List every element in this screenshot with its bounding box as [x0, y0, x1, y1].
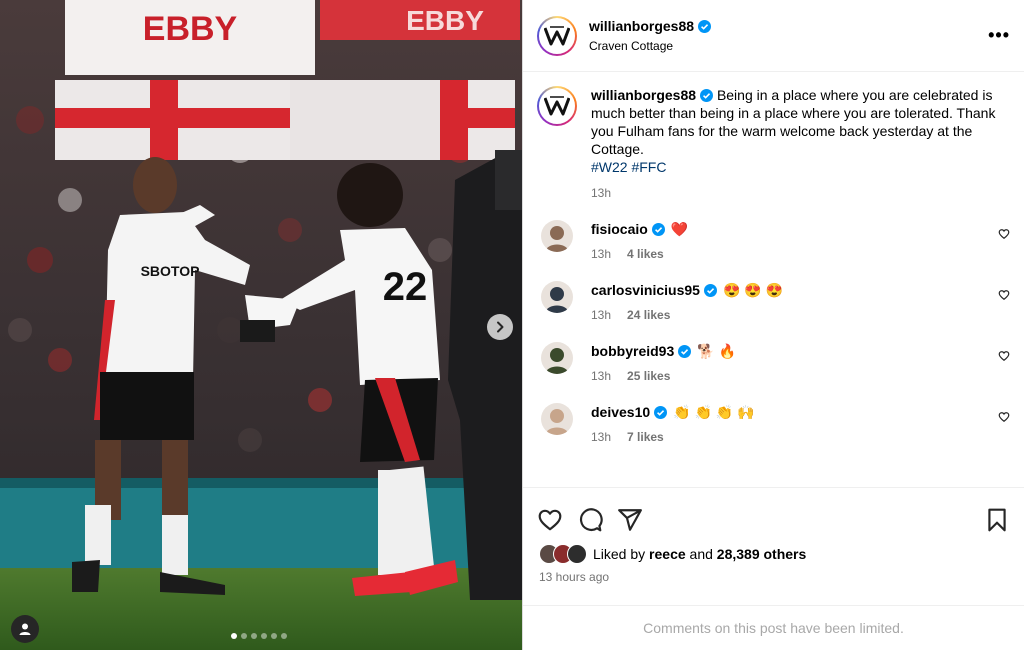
comment-text: 😍 😍 😍	[722, 281, 784, 298]
caption-author-avatar[interactable]	[537, 86, 577, 126]
comment-time[interactable]: 13h	[591, 308, 611, 322]
next-image-button[interactable]	[487, 314, 513, 340]
save-bookmark-icon[interactable]	[984, 507, 1010, 533]
post-time-ago[interactable]: 13 hours ago	[523, 564, 1024, 584]
liked-by-summary: Liked by reece and 28,389 others	[523, 538, 1024, 564]
comment-username[interactable]: fisiocaio	[591, 221, 648, 237]
like-comment-heart-icon[interactable]	[998, 411, 1010, 423]
comment-time[interactable]: 13h	[591, 247, 611, 261]
hashtag-link[interactable]: #W22	[591, 159, 628, 175]
banner-text-2: EBBY	[406, 5, 484, 36]
post-details-panel: willianborges88 Craven Cottage ••• willi…	[522, 0, 1024, 650]
more-options-button[interactable]: •••	[988, 25, 1010, 46]
profile-photo-icon	[541, 403, 573, 435]
post-location[interactable]: Craven Cottage	[589, 39, 711, 53]
comment-time[interactable]: 13h	[591, 369, 611, 383]
commenter-avatar[interactable]	[541, 342, 573, 374]
carousel-dot	[281, 633, 287, 639]
commenter-avatar[interactable]	[541, 403, 573, 435]
comment-text: 🐕 🔥	[697, 342, 737, 359]
verified-badge-icon	[698, 19, 712, 33]
verified-badge-icon	[700, 88, 714, 102]
profile-photo-icon	[541, 342, 573, 374]
w-logo-icon	[544, 25, 570, 45]
commenter-avatar[interactable]	[541, 220, 573, 252]
comment-icon[interactable]	[577, 507, 603, 533]
verified-badge-icon	[678, 344, 692, 358]
shirt-number: 22	[383, 265, 428, 309]
verified-badge-icon	[651, 222, 665, 236]
carousel-dot	[231, 633, 237, 639]
tagged-users-button[interactable]	[11, 615, 39, 643]
chevron-right-icon	[497, 321, 504, 333]
liked-by-others[interactable]: 28,389 others	[717, 546, 807, 562]
verified-badge-icon	[703, 283, 717, 297]
author-username[interactable]: willianborges88	[589, 18, 694, 34]
liked-by-connector: and	[689, 546, 713, 562]
share-icon[interactable]	[617, 507, 643, 533]
comment-likes[interactable]: 4 likes	[627, 247, 664, 261]
comment-text: ❤️	[670, 220, 689, 237]
like-comment-heart-icon[interactable]	[998, 350, 1010, 362]
shirt-sponsor-left: SBOTOP	[141, 263, 200, 279]
carousel-indicator	[231, 633, 287, 639]
liked-by-prefix: Liked by	[593, 546, 646, 562]
action-bar	[523, 488, 1024, 538]
caption-timestamp[interactable]: 13h	[591, 186, 1001, 200]
post-photo: EBBY EBBY SBOTOP 22	[0, 0, 522, 650]
comment-likes[interactable]: 7 likes	[627, 430, 664, 444]
hashtag-link[interactable]: #FFC	[631, 159, 666, 175]
comment-row: carlosvinicius95 😍 😍 😍 13h 24 likes	[537, 281, 1010, 322]
comment-likes[interactable]: 24 likes	[627, 308, 670, 322]
w-logo-icon	[544, 96, 570, 116]
carousel-dot	[241, 633, 247, 639]
comment-time[interactable]: 13h	[591, 430, 611, 444]
profile-photo-icon	[541, 220, 573, 252]
comment-row: fisiocaio ❤️ 13h 4 likes	[537, 220, 1010, 261]
comment-list: fisiocaio ❤️ 13h 4 likes carlosvinicius9…	[537, 220, 1010, 444]
carousel-dot	[251, 633, 257, 639]
post-modal: EBBY EBBY SBOTOP 22 willianborges88 Crav…	[0, 0, 1024, 650]
liker-avatars[interactable]	[539, 544, 587, 564]
comment-row: deives10 👏 👏 👏 🙌 13h 7 likes	[537, 403, 1010, 444]
post-header: willianborges88 Craven Cottage •••	[523, 0, 1024, 72]
comments-section: willianborges88 Being in a place where y…	[523, 72, 1024, 488]
comment-text: 👏 👏 👏 🙌	[673, 403, 755, 420]
comment-row: bobbyreid93 🐕 🔥 13h 25 likes	[537, 342, 1010, 383]
comment-username[interactable]: carlosvinicius95	[591, 282, 700, 298]
liked-by-user[interactable]: reece	[649, 546, 686, 562]
post-media[interactable]: EBBY EBBY SBOTOP 22	[0, 0, 522, 650]
comments-limited-notice: Comments on this post have been limited.	[523, 605, 1024, 650]
comment-username[interactable]: deives10	[591, 404, 650, 420]
like-comment-heart-icon[interactable]	[998, 228, 1010, 240]
carousel-dot	[271, 633, 277, 639]
caption-username[interactable]: willianborges88	[591, 86, 696, 104]
author-avatar[interactable]	[537, 15, 577, 56]
user-icon	[19, 623, 31, 635]
carousel-dot	[261, 633, 267, 639]
commenter-avatar[interactable]	[541, 281, 573, 313]
comment-username[interactable]: bobbyreid93	[591, 343, 674, 359]
banner-text-1: EBBY	[143, 10, 238, 48]
like-comment-heart-icon[interactable]	[998, 289, 1010, 301]
like-heart-icon[interactable]	[537, 507, 563, 533]
comment-likes[interactable]: 25 likes	[627, 369, 670, 383]
profile-photo-icon	[541, 281, 573, 313]
verified-badge-icon	[654, 405, 668, 419]
post-caption: willianborges88 Being in a place where y…	[537, 86, 1010, 200]
